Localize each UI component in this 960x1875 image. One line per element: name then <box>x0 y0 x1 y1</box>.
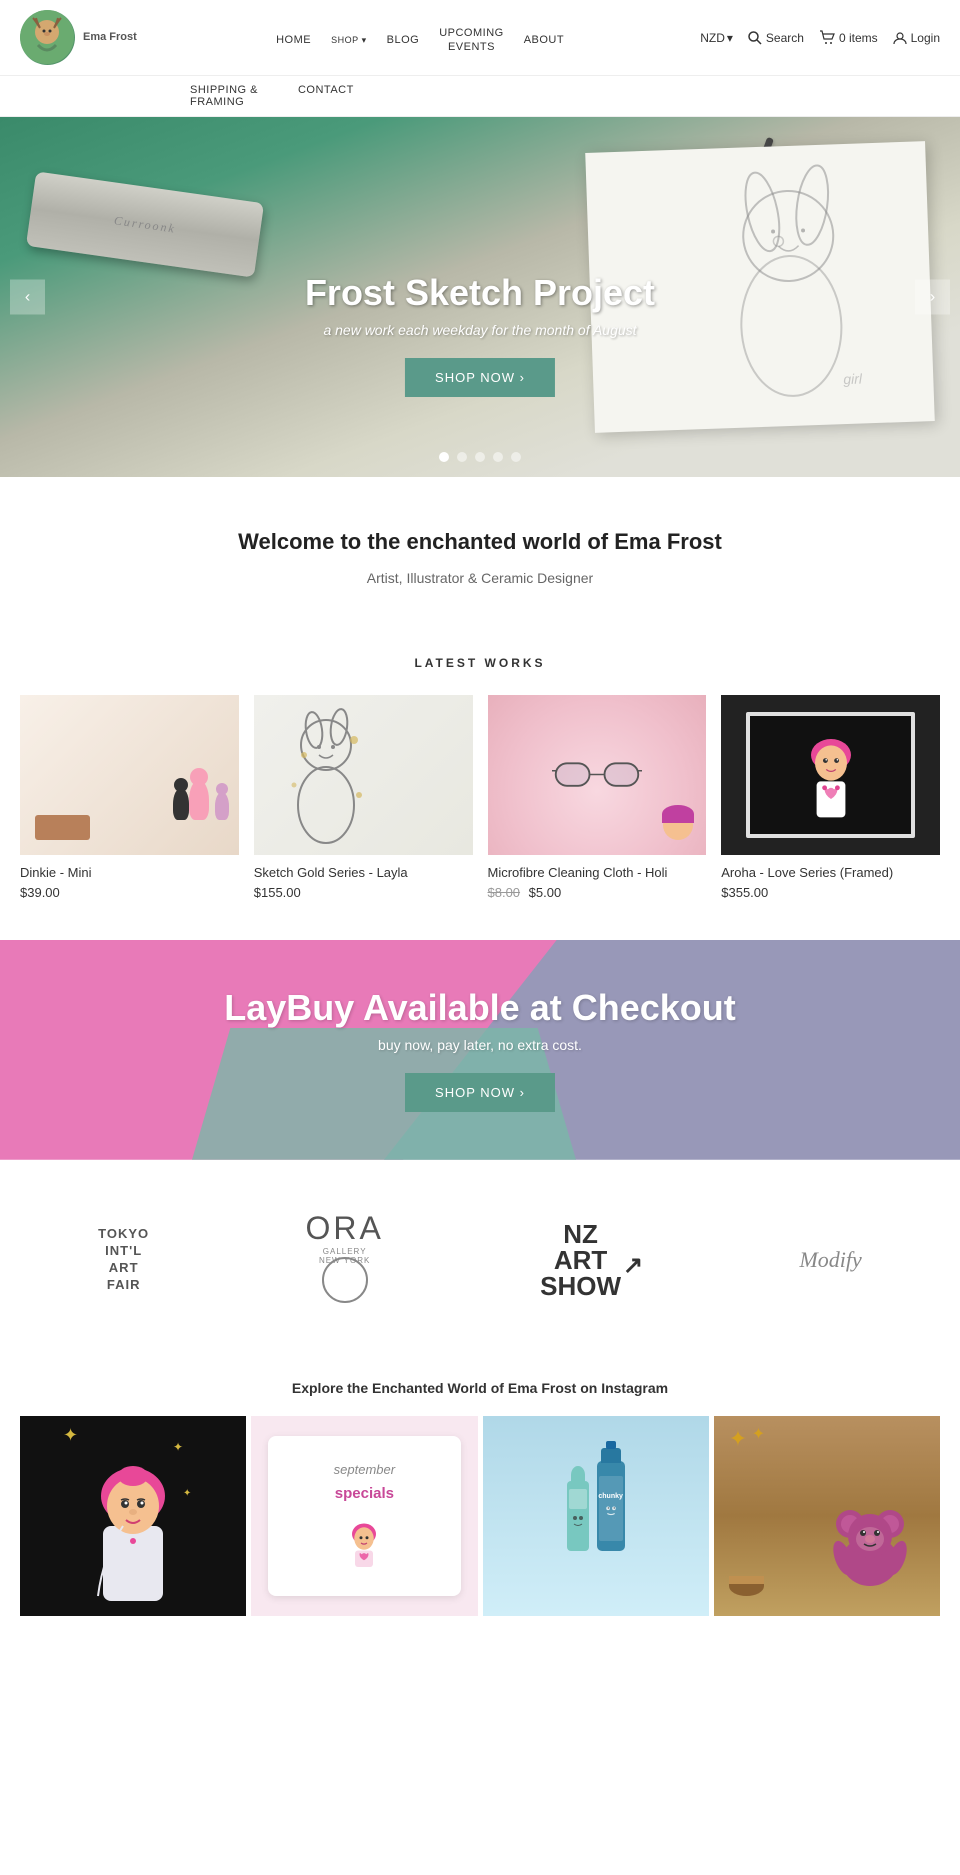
nav-home[interactable]: HOME <box>276 34 311 46</box>
aroha-art <box>791 725 871 825</box>
laybuy-content: LayBuy Available at Checkout buy now, pa… <box>224 987 736 1112</box>
instagram-image-1[interactable]: ✦ ✦ ✦ <box>20 1416 246 1616</box>
slider-dots <box>439 452 521 462</box>
header: Ema Frost HOME SHOP ▾ BLOG UPCOMINGEVENT… <box>0 0 960 117</box>
product-card-3[interactable]: ONSALE Micro <box>488 695 707 900</box>
hero-subtitle: a new work each weekday for the month of… <box>305 322 655 338</box>
sketch-illustration <box>254 695 399 850</box>
partner-modify[interactable]: Modify <box>799 1247 861 1273</box>
insta-girl-art-1: ✦ ✦ ✦ <box>53 1416 213 1616</box>
tube-face <box>567 1506 589 1546</box>
bottle-face <box>601 1501 621 1523</box>
product-name-3: Microfibre Cleaning Cloth - Holi <box>488 865 707 880</box>
logo-image <box>20 10 75 65</box>
product-price-4: $355.00 <box>721 885 940 900</box>
instagram-title: Explore the Enchanted World of Ema Frost… <box>20 1380 940 1396</box>
products-grid: Dinkie - Mini $39.00 <box>20 695 940 900</box>
hero-title: Frost Sketch Project <box>305 272 655 314</box>
ora-circle-svg <box>320 1255 370 1305</box>
product-image-3: ONSALE <box>488 695 707 855</box>
user-icon <box>893 31 907 45</box>
svg-text:✦: ✦ <box>63 1425 78 1445</box>
nav-about[interactable]: ABOUT <box>524 34 564 46</box>
hero-cta-button[interactable]: SHOP NOW › <box>405 358 555 397</box>
welcome-subtitle: Artist, Illustrator & Ceramic Designer <box>20 570 940 586</box>
slider-dot-2[interactable] <box>457 452 467 462</box>
slider-next-button[interactable]: › <box>915 280 950 315</box>
product-image-4 <box>721 695 940 855</box>
plush-toy <box>825 1506 915 1586</box>
login-link[interactable]: Login <box>893 31 940 45</box>
purple-fig <box>215 792 229 820</box>
pencil-case: Curroonk <box>26 171 264 277</box>
black-fig <box>173 788 189 820</box>
product-card-2[interactable]: Sketch Gold Series - Layla $155.00 <box>254 695 473 900</box>
partner-nz-art-show[interactable]: NZARTSHOW ↗ <box>540 1221 643 1299</box>
nav-shipping[interactable]: SHIPPING &FRAMING <box>190 84 258 108</box>
slider-dot-1[interactable] <box>439 452 449 462</box>
svg-text:girl: girl <box>843 370 863 387</box>
laybuy-subtitle: buy now, pay later, no extra cost. <box>224 1037 736 1053</box>
welcome-title: Welcome to the enchanted world of Ema Fr… <box>20 527 940 558</box>
laybuy-cta-button[interactable]: SHOP NOW › <box>405 1073 555 1112</box>
nav-upcoming-events[interactable]: UPCOMINGEVENTS <box>439 26 504 55</box>
partner-ora[interactable]: ORA GALLERY NEW YORK <box>305 1210 383 1310</box>
instagram-grid: ✦ ✦ ✦ <box>20 1416 940 1616</box>
product-name-4: Aroha - Love Series (Framed) <box>721 865 940 880</box>
laybuy-banner: LayBuy Available at Checkout buy now, pa… <box>0 940 960 1160</box>
nav-shop[interactable]: SHOP ▾ <box>331 35 367 46</box>
partner-tokyo[interactable]: TOKYOINT'LARTFAIR <box>98 1226 149 1294</box>
hero-slider: Curroonk girl Fro <box>0 117 960 477</box>
pink-fig <box>189 780 209 820</box>
instagram-image-3[interactable]: chunky <box>483 1416 709 1616</box>
logo-svg <box>20 10 75 65</box>
wood-shelf <box>35 815 90 840</box>
laybuy-title: LayBuy Available at Checkout <box>224 987 736 1029</box>
instagram-image-4[interactable]: ✦ ✦ <box>714 1416 940 1616</box>
search-icon <box>748 31 762 45</box>
search-link[interactable]: Search <box>748 31 804 45</box>
slider-dot-5[interactable] <box>511 452 521 462</box>
nav-bottom: SHIPPING &FRAMING CONTACT <box>0 76 960 117</box>
framed-art <box>746 712 915 838</box>
product-price-2: $155.00 <box>254 885 473 900</box>
nav-contact[interactable]: CONTACT <box>298 84 354 108</box>
product-price-3: $8.00 $5.00 <box>488 885 707 900</box>
dropdown-arrow: ▾ <box>362 35 367 46</box>
latest-works-section: LATEST WORKS Dinkie - M <box>0 616 960 940</box>
product-name-2: Sketch Gold Series - Layla <box>254 865 473 880</box>
product-image-1 <box>20 695 239 855</box>
product-card-4[interactable]: Aroha - Love Series (Framed) $355.00 <box>721 695 940 900</box>
svg-text:✦: ✦ <box>173 1440 183 1454</box>
logo[interactable]: Ema Frost <box>20 10 140 65</box>
slider-prev-button[interactable]: ‹ <box>10 280 45 315</box>
welcome-section: Welcome to the enchanted world of Ema Fr… <box>0 477 960 616</box>
partners-section: TOKYOINT'LARTFAIR ORA GALLERY NEW YORK N… <box>0 1160 960 1360</box>
product-price-1: $39.00 <box>20 885 239 900</box>
nav-top: HOME SHOP ▾ BLOG UPCOMINGEVENTS ABOUT <box>140 21 700 55</box>
insta-girl-2 <box>334 1510 394 1570</box>
product-card-1[interactable]: Dinkie - Mini $39.00 <box>20 695 239 900</box>
nav-blog[interactable]: BLOG <box>387 34 420 46</box>
currency-selector[interactable]: NZD ▾ <box>700 31 733 45</box>
hero-content: Frost Sketch Project a new work each wee… <box>305 272 655 397</box>
cart-icon <box>819 30 835 46</box>
svg-text:✦: ✦ <box>183 1488 191 1499</box>
product-image-2 <box>254 695 473 855</box>
product-name-1: Dinkie - Mini <box>20 865 239 880</box>
slider-dot-4[interactable] <box>493 452 503 462</box>
currency-arrow: ▾ <box>727 31 733 45</box>
brand-name: Ema Frost <box>83 31 137 44</box>
latest-works-title: LATEST WORKS <box>20 656 940 670</box>
header-actions: NZD ▾ Search 0 items Login <box>700 30 940 46</box>
instagram-image-2[interactable]: september specials <box>251 1416 477 1616</box>
instagram-section: Explore the Enchanted World of Ema Frost… <box>0 1360 960 1636</box>
glasses-svg <box>552 752 642 797</box>
slider-dot-3[interactable] <box>475 452 485 462</box>
cart-link[interactable]: 0 items <box>819 30 878 46</box>
